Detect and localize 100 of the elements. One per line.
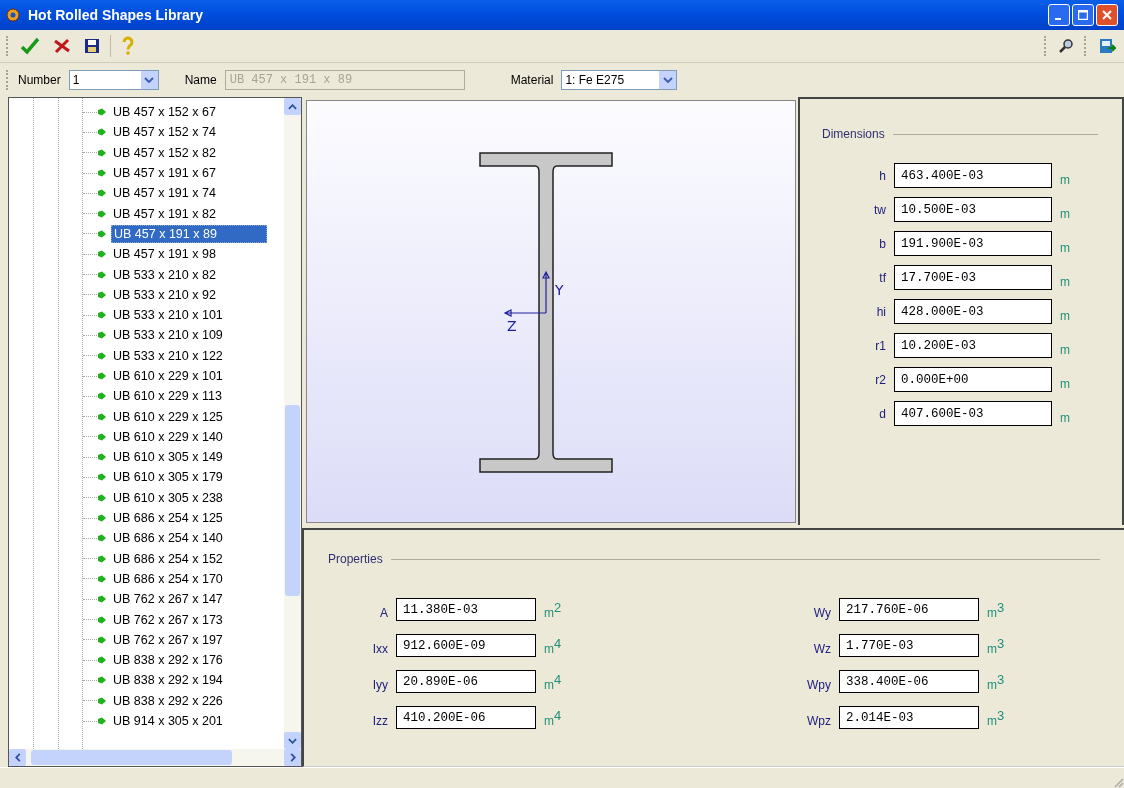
tree-item[interactable]: UB 610 x 305 x 149 xyxy=(111,449,225,466)
dimension-field[interactable]: 191.900E-03 xyxy=(894,231,1052,256)
dimension-field[interactable]: 17.700E-03 xyxy=(894,265,1052,290)
tree-item[interactable]: UB 533 x 210 x 101 xyxy=(111,307,225,324)
leaf-icon xyxy=(97,108,107,117)
leaf-icon xyxy=(97,656,107,665)
tree-item[interactable]: UB 457 x 191 x 82 xyxy=(111,205,218,222)
unit-label: m xyxy=(1060,375,1071,391)
property-label: Ixx xyxy=(371,640,388,656)
tree-item[interactable]: UB 533 x 210 x 82 xyxy=(111,266,218,283)
tree-item[interactable]: UB 914 x 305 x 201 xyxy=(111,713,225,730)
dimension-label: hi xyxy=(875,304,886,319)
property-field[interactable]: 2.014E-03 xyxy=(839,706,979,729)
dimension-field[interactable]: 0.000E+00 xyxy=(894,367,1052,392)
tree-item[interactable]: UB 686 x 254 x 140 xyxy=(111,530,225,547)
z-axis-label: Z xyxy=(507,318,517,334)
leaf-icon xyxy=(97,432,107,441)
tree-item[interactable]: UB 533 x 210 x 122 xyxy=(111,347,225,364)
maximize-button[interactable] xyxy=(1072,4,1094,26)
leaf-icon xyxy=(97,250,107,259)
tree-item[interactable]: UB 686 x 254 x 125 xyxy=(111,510,225,527)
close-icon xyxy=(1102,10,1112,20)
z-axis-arrow xyxy=(503,309,547,317)
scroll-up-icon[interactable] xyxy=(288,103,297,110)
leaf-icon xyxy=(97,554,107,563)
tree-item[interactable]: UB 762 x 267 x 173 xyxy=(111,611,225,628)
tree-item[interactable]: UB 457 x 191 x 89 xyxy=(111,224,267,243)
tree-item[interactable]: UB 686 x 254 x 152 xyxy=(111,550,225,567)
tree-item[interactable]: UB 610 x 229 x 101 xyxy=(111,368,225,384)
property-field[interactable]: 1.770E-03 xyxy=(839,634,979,657)
tree-item[interactable]: UB 533 x 210 x 92 xyxy=(111,286,218,303)
scroll-down-icon[interactable] xyxy=(288,737,297,744)
horizontal-scrollbar[interactable] xyxy=(9,749,301,766)
leaf-icon xyxy=(97,717,107,726)
material-dropdown[interactable]: 1: Fe E275 xyxy=(561,70,678,90)
leaf-icon xyxy=(97,635,107,644)
tree-item[interactable]: UB 610 x 229 x 140 xyxy=(111,428,225,445)
name-label: Name xyxy=(184,73,217,87)
leaf-icon xyxy=(97,270,107,279)
property-field[interactable]: 912.600E-09 xyxy=(396,634,536,657)
window-title: Hot Rolled Shapes Library xyxy=(28,7,204,23)
leaf-icon xyxy=(97,392,107,401)
tree-item[interactable]: UB 457 x 152 x 74 xyxy=(111,124,218,141)
property-field[interactable]: 217.760E-06 xyxy=(839,598,979,621)
dimension-label: tw xyxy=(873,202,886,217)
leaf-icon xyxy=(97,493,107,502)
dimension-field[interactable]: 407.600E-03 xyxy=(894,401,1052,426)
properties-heading: Properties xyxy=(328,552,383,566)
tree-item[interactable]: UB 457 x 152 x 67 xyxy=(111,104,218,121)
leaf-icon xyxy=(97,209,107,218)
property-field[interactable]: 410.200E-06 xyxy=(396,706,536,729)
number-label: Number xyxy=(18,73,61,87)
property-label: A xyxy=(379,604,388,620)
leaf-icon xyxy=(97,453,107,462)
property-field[interactable]: 338.400E-06 xyxy=(839,670,979,693)
tree-item[interactable]: UB 762 x 267 x 147 xyxy=(111,591,225,608)
tree-item[interactable]: UB 838 x 292 x 176 xyxy=(111,652,225,669)
unit-label: m xyxy=(1060,205,1071,221)
tree-item[interactable]: UB 457 x 191 x 67 xyxy=(111,165,218,182)
tree-item[interactable]: UB 610 x 229 x 113 xyxy=(111,388,224,405)
chevron-down-icon xyxy=(144,77,155,83)
dimension-field[interactable]: 10.500E-03 xyxy=(894,197,1052,222)
property-label: Wpz xyxy=(806,712,831,728)
save-icon[interactable] xyxy=(82,36,102,56)
property-label: Iyy xyxy=(371,676,388,692)
leaf-icon xyxy=(97,534,107,543)
property-field[interactable]: 11.380E-03 xyxy=(396,598,536,621)
scroll-left-icon[interactable] xyxy=(14,753,21,762)
dimension-field[interactable]: 428.000E-03 xyxy=(894,299,1052,324)
tree-item[interactable]: UB 533 x 210 x 109 xyxy=(111,327,225,344)
property-field[interactable]: 20.890E-06 xyxy=(396,670,536,693)
tree-item[interactable]: UB 610 x 305 x 238 xyxy=(111,489,225,506)
tree-item[interactable]: UB 610 x 305 x 179 xyxy=(111,469,225,486)
minimize-icon xyxy=(1054,18,1061,20)
dimension-field[interactable]: 463.400E-03 xyxy=(894,163,1052,188)
leaf-icon xyxy=(97,290,107,299)
scroll-right-icon[interactable] xyxy=(289,753,296,762)
vertical-scrollbar[interactable] xyxy=(284,98,301,749)
dimension-label: h xyxy=(878,168,886,183)
tree-item[interactable]: UB 457 x 191 x 74 xyxy=(111,185,218,202)
tree-item[interactable]: UB 457 x 152 x 82 xyxy=(111,144,218,161)
property-label: Wz xyxy=(812,640,831,656)
leaf-icon xyxy=(97,514,107,523)
app-icon xyxy=(6,7,22,23)
unit-label: m xyxy=(1060,273,1071,289)
leaf-icon xyxy=(97,331,107,340)
leaf-icon xyxy=(97,372,107,380)
tree-item[interactable]: UB 838 x 292 x 194 xyxy=(111,672,225,689)
tree-item[interactable]: UB 838 x 292 x 226 xyxy=(111,692,225,709)
tree-item[interactable]: UB 610 x 229 x 125 xyxy=(111,408,225,425)
dimension-label: r1 xyxy=(874,338,886,353)
leaf-icon xyxy=(97,595,107,604)
number-dropdown[interactable]: 1 xyxy=(68,70,159,90)
tree-item[interactable]: UB 762 x 267 x 197 xyxy=(111,631,225,648)
tree-item[interactable]: UB 686 x 254 x 170 xyxy=(111,570,225,587)
property-label: Izz xyxy=(371,712,388,728)
minimize-button[interactable] xyxy=(1048,4,1070,26)
tree-item[interactable]: UB 457 x 191 x 98 xyxy=(111,246,218,263)
dimension-field[interactable]: 10.200E-03 xyxy=(894,333,1052,358)
close-button[interactable] xyxy=(1096,4,1118,26)
